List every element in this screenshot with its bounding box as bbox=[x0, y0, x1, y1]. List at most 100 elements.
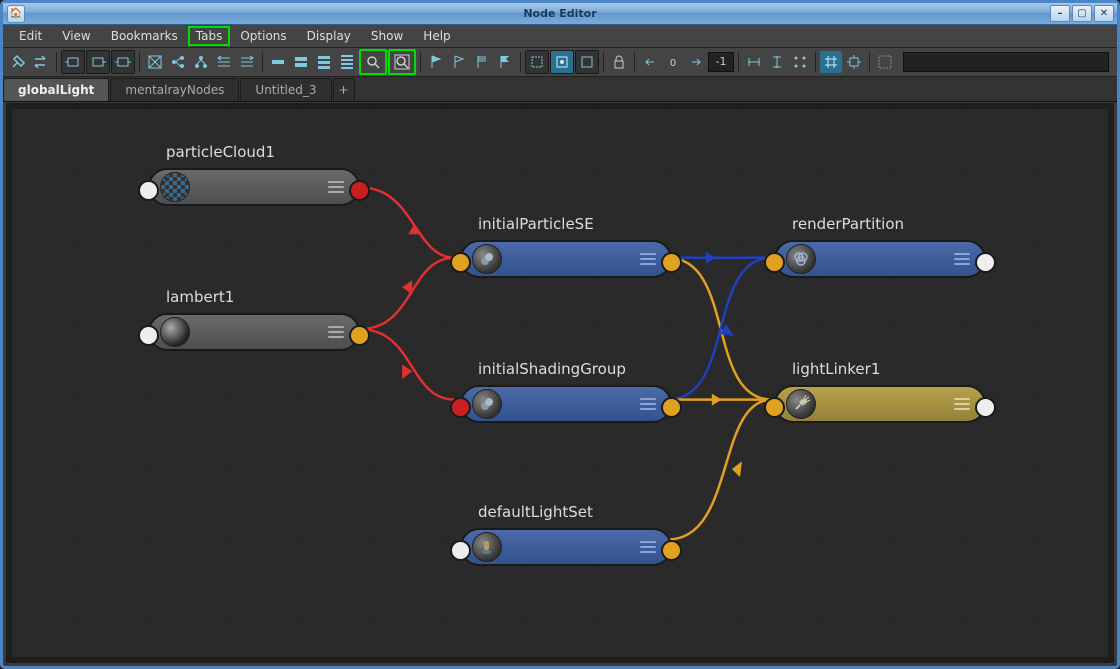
io-icon[interactable] bbox=[111, 50, 135, 74]
node-label: lightLinker1 bbox=[792, 360, 986, 378]
titlebar[interactable]: 🏠 Node Editor – ▢ ✕ bbox=[3, 3, 1117, 25]
select-mode-c-icon[interactable] bbox=[575, 50, 599, 74]
menu-show[interactable]: Show bbox=[361, 26, 413, 46]
list-2-icon[interactable] bbox=[290, 51, 312, 73]
select-mode-a-icon[interactable] bbox=[525, 50, 549, 74]
snap-grid-icon[interactable] bbox=[820, 51, 842, 73]
snap-node-icon[interactable] bbox=[843, 51, 865, 73]
output-port[interactable] bbox=[661, 252, 682, 273]
list-1-icon[interactable] bbox=[267, 51, 289, 73]
input-port[interactable] bbox=[764, 397, 785, 418]
zoom-tool-icon[interactable] bbox=[359, 49, 387, 75]
input-port[interactable] bbox=[450, 252, 471, 273]
flag-4-icon[interactable] bbox=[494, 51, 516, 73]
output-port[interactable] bbox=[661, 540, 682, 561]
hamburger-icon[interactable] bbox=[328, 326, 344, 338]
depth-dec-icon[interactable] bbox=[639, 51, 661, 73]
flag-1-icon[interactable] bbox=[425, 51, 447, 73]
menu-tabs[interactable]: Tabs bbox=[188, 26, 231, 46]
node-defaultLightSet[interactable]: defaultLightSet bbox=[460, 503, 672, 566]
svg-text:0: 0 bbox=[670, 58, 676, 69]
input-port[interactable] bbox=[138, 325, 159, 346]
node-lambert1[interactable]: lambert1 bbox=[148, 288, 360, 351]
node-label: defaultLightSet bbox=[478, 503, 672, 521]
node-label: initialParticleSE bbox=[478, 215, 672, 233]
menu-edit[interactable]: Edit bbox=[9, 26, 52, 46]
hamburger-icon[interactable] bbox=[640, 253, 656, 265]
swap-icon[interactable] bbox=[30, 51, 52, 73]
node-label: lambert1 bbox=[166, 288, 360, 306]
menubar: Edit View Bookmarks Tabs Options Display… bbox=[3, 25, 1117, 48]
toolbar: 0 -1 bbox=[3, 48, 1117, 77]
minimize-button[interactable]: – bbox=[1050, 5, 1070, 22]
maximize-button[interactable]: ▢ bbox=[1072, 5, 1092, 22]
light-linker-icon bbox=[786, 389, 816, 419]
distribute-grid-icon[interactable] bbox=[789, 51, 811, 73]
window-title: Node Editor bbox=[3, 7, 1117, 20]
layout-h-icon[interactable] bbox=[167, 51, 189, 73]
flag-2-icon[interactable] bbox=[448, 51, 470, 73]
depth-0-icon[interactable]: 0 bbox=[662, 51, 684, 73]
menu-options[interactable]: Options bbox=[230, 26, 296, 46]
window-frame: 🏠 Node Editor – ▢ ✕ Edit View Bookmarks … bbox=[0, 0, 1120, 669]
node-lightLinker1[interactable]: lightLinker1 bbox=[774, 360, 986, 423]
hamburger-icon[interactable] bbox=[954, 253, 970, 265]
tab-untitled3[interactable]: Untitled_3 bbox=[240, 78, 331, 101]
node-label: initialShadingGroup bbox=[478, 360, 672, 378]
output-port[interactable] bbox=[349, 325, 370, 346]
node-initialShadingGroup[interactable]: initialShadingGroup bbox=[460, 360, 672, 423]
collapse-icon[interactable] bbox=[213, 51, 235, 73]
light-set-icon bbox=[472, 532, 502, 562]
input-only-icon[interactable] bbox=[61, 50, 85, 74]
flag-3-icon[interactable] bbox=[471, 51, 493, 73]
hamburger-icon[interactable] bbox=[954, 398, 970, 410]
distribute-h-icon[interactable] bbox=[743, 51, 765, 73]
pin-icon[interactable] bbox=[7, 51, 29, 73]
tab-globalLight[interactable]: globalLight bbox=[3, 78, 109, 101]
node-initialParticleSE[interactable]: initialParticleSE bbox=[460, 215, 672, 278]
depth-field[interactable]: -1 bbox=[708, 52, 734, 72]
input-port[interactable] bbox=[138, 180, 159, 201]
output-port[interactable] bbox=[661, 397, 682, 418]
output-only-icon[interactable] bbox=[86, 50, 110, 74]
input-port[interactable] bbox=[450, 540, 471, 561]
hamburger-icon[interactable] bbox=[328, 181, 344, 193]
node-renderPartition[interactable]: renderPartition bbox=[774, 215, 986, 278]
clear-graph-icon[interactable] bbox=[144, 51, 166, 73]
close-button[interactable]: ✕ bbox=[1094, 5, 1114, 22]
node-graph-canvas[interactable]: particleCloud1 lambert1 bbox=[12, 109, 1108, 657]
node-label: particleCloud1 bbox=[166, 143, 360, 161]
expand-icon[interactable] bbox=[236, 51, 258, 73]
distribute-v-icon[interactable] bbox=[766, 51, 788, 73]
output-port[interactable] bbox=[975, 252, 996, 273]
menu-view[interactable]: View bbox=[52, 26, 100, 46]
lock-icon[interactable] bbox=[608, 51, 630, 73]
shading-engine-icon bbox=[472, 244, 502, 274]
output-port[interactable] bbox=[349, 180, 370, 201]
layout-v-icon[interactable] bbox=[190, 51, 212, 73]
list-4-icon[interactable] bbox=[336, 51, 358, 73]
app-icon: 🏠 bbox=[7, 5, 25, 23]
tab-add[interactable]: + bbox=[333, 78, 355, 101]
menu-help[interactable]: Help bbox=[413, 26, 460, 46]
input-port[interactable] bbox=[450, 397, 471, 418]
select-mode-b-icon[interactable] bbox=[550, 50, 574, 74]
list-3-icon[interactable] bbox=[313, 51, 335, 73]
tabbar: globalLight mentalrayNodes Untitled_3 + bbox=[3, 77, 1117, 102]
node-particleCloud1[interactable]: particleCloud1 bbox=[148, 143, 360, 206]
menu-bookmarks[interactable]: Bookmarks bbox=[101, 26, 188, 46]
particle-cloud-icon bbox=[160, 172, 190, 202]
hamburger-icon[interactable] bbox=[640, 541, 656, 553]
menu-display[interactable]: Display bbox=[297, 26, 361, 46]
zoom-all-tool-icon[interactable] bbox=[388, 49, 416, 75]
node-label: renderPartition bbox=[792, 215, 986, 233]
canvas-area[interactable]: particleCloud1 lambert1 bbox=[6, 103, 1114, 663]
search-field[interactable] bbox=[903, 52, 1109, 72]
hamburger-icon[interactable] bbox=[640, 398, 656, 410]
lambert-shader-icon bbox=[160, 317, 190, 347]
depth-inc-icon[interactable] bbox=[685, 51, 707, 73]
input-port[interactable] bbox=[764, 252, 785, 273]
fit-all-icon[interactable] bbox=[874, 51, 896, 73]
tab-mentalrayNodes[interactable]: mentalrayNodes bbox=[110, 78, 239, 101]
output-port[interactable] bbox=[975, 397, 996, 418]
